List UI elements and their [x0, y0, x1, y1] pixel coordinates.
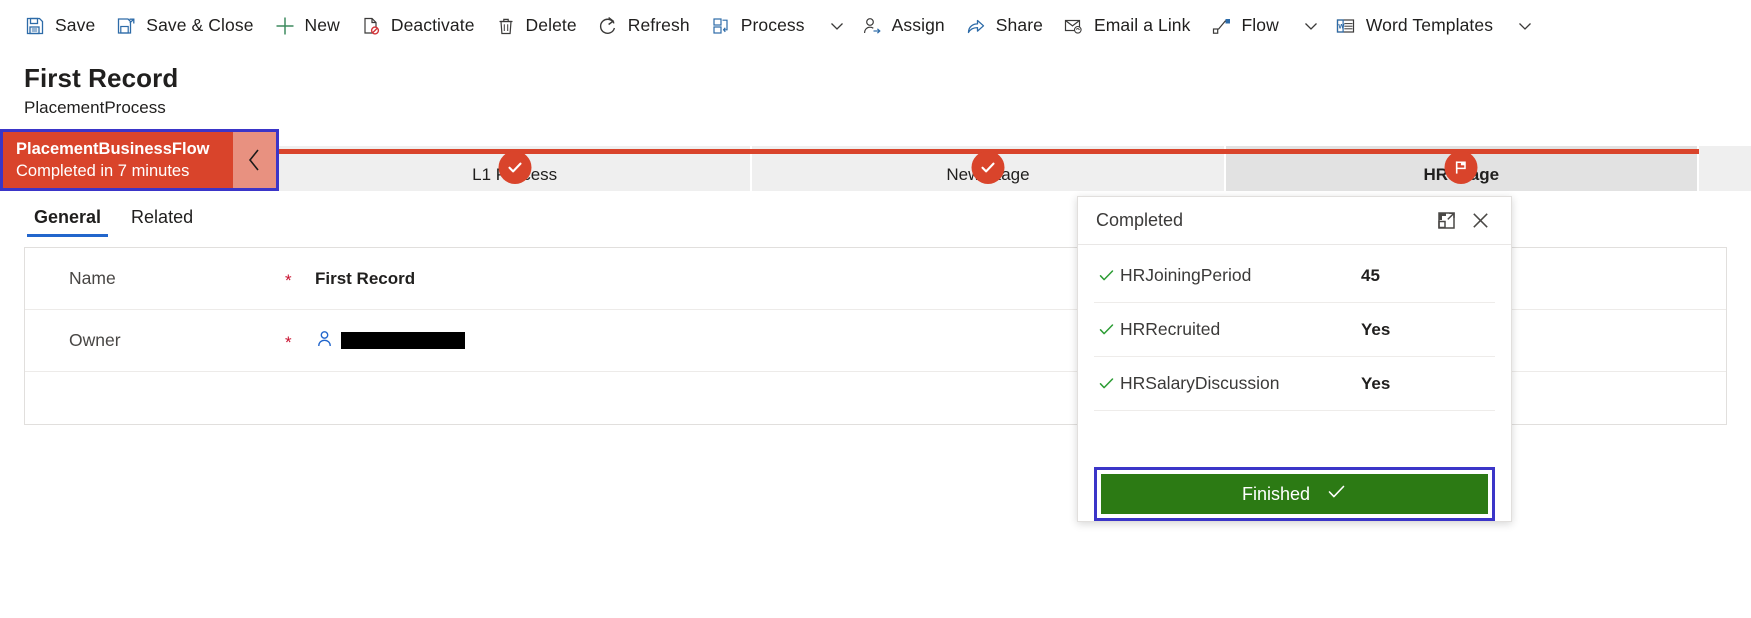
command-flow-label: Flow [1242, 15, 1279, 36]
chevron-down-icon-flow[interactable] [1297, 9, 1325, 43]
svg-text:W: W [1338, 23, 1345, 30]
stage-step-label: HRRecruited [1120, 319, 1361, 340]
bpf-flow-tag[interactable]: PlacementBusinessFlow Completed in 7 min… [0, 129, 279, 191]
stage-flyout-panel: Completed HRJoiningPeriod 45 HRRecruit [1077, 196, 1512, 522]
email-link-icon [1063, 15, 1085, 37]
word-template-icon: W [1335, 15, 1357, 37]
tab-general-label: General [34, 207, 101, 227]
bpf-stage-track: L1 Process New Stage HR Stage [279, 129, 1751, 191]
stage-step-value: Yes [1361, 320, 1491, 340]
bpf-flow-name: PlacementBusinessFlow [16, 139, 233, 160]
check-icon-stage-2 [971, 151, 1004, 184]
check-icon-step-2 [1098, 321, 1120, 338]
required-indicator-owner: * [285, 330, 315, 351]
command-word-templates-label: Word Templates [1366, 15, 1493, 36]
field-value-name-text: First Record [315, 269, 415, 289]
entity-name: PlacementProcess [24, 98, 1727, 118]
command-new-label: New [305, 15, 340, 36]
stage-flyout-header: Completed [1078, 197, 1511, 245]
stage-step-hrjoiningperiod[interactable]: HRJoiningPeriod 45 [1094, 249, 1495, 303]
bpf-stage-new-stage[interactable]: New Stage [752, 146, 1225, 191]
stage-step-hrrecruited[interactable]: HRRecruited Yes [1094, 303, 1495, 357]
command-share[interactable]: Share [955, 6, 1053, 46]
record-header: First Record PlacementProcess [0, 52, 1751, 118]
command-save-and-close-label: Save & Close [146, 15, 253, 36]
assign-user-icon [861, 15, 883, 37]
check-icon-finish [1326, 481, 1347, 507]
tab-related-label: Related [131, 207, 193, 227]
refresh-icon [597, 15, 619, 37]
bpf-stage-hr-stage[interactable]: HR Stage [1226, 146, 1699, 191]
field-label-name: Name [69, 268, 285, 289]
bpf-stage-tail [1699, 146, 1751, 191]
command-deactivate[interactable]: Deactivate [350, 6, 485, 46]
command-deactivate-label: Deactivate [391, 15, 475, 36]
user-icon [315, 329, 334, 353]
stage-step-value: Yes [1361, 374, 1491, 394]
stage-flyout-body: HRJoiningPeriod 45 HRRecruited Yes HRSal… [1078, 245, 1511, 458]
page-title: First Record [24, 64, 1727, 94]
save-icon [24, 15, 46, 37]
tab-related[interactable]: Related [121, 207, 203, 237]
command-flow[interactable]: Flow [1201, 6, 1289, 46]
command-save-and-close[interactable]: Save & Close [105, 6, 263, 46]
business-process-flow: PlacementBusinessFlow Completed in 7 min… [0, 129, 1751, 191]
chevron-left-icon[interactable] [233, 132, 276, 188]
bpf-stage-l1-process[interactable]: L1 Process [279, 146, 752, 191]
chevron-down-icon-process[interactable] [823, 9, 851, 43]
stage-step-hrsalarydiscussion[interactable]: HRSalaryDiscussion Yes [1094, 357, 1495, 411]
save-and-close-icon [115, 15, 137, 37]
trash-icon [495, 15, 517, 37]
command-assign[interactable]: Assign [851, 6, 955, 46]
check-icon-stage-1 [498, 151, 531, 184]
check-icon-step-3 [1098, 375, 1120, 392]
stage-step-label: HRSalaryDiscussion [1120, 373, 1361, 394]
finish-button-label: Finished [1242, 484, 1310, 505]
command-refresh[interactable]: Refresh [587, 6, 700, 46]
redacted-owner-value [341, 332, 465, 349]
command-process[interactable]: Process [700, 6, 815, 46]
finish-button-highlight: Finished [1094, 467, 1495, 521]
open-in-new-window-icon[interactable] [1429, 204, 1463, 238]
stage-step-label: HRJoiningPeriod [1120, 265, 1361, 286]
command-save-label: Save [55, 15, 95, 36]
bpf-flow-status: Completed in 7 minutes [16, 161, 233, 182]
chevron-down-icon-word-templates[interactable] [1511, 9, 1539, 43]
tab-general[interactable]: General [24, 207, 111, 237]
command-refresh-label: Refresh [628, 15, 690, 36]
field-value-name[interactable]: First Record [315, 269, 415, 289]
share-icon [965, 15, 987, 37]
flow-icon [1211, 15, 1233, 37]
process-icon [710, 15, 732, 37]
close-icon[interactable] [1463, 204, 1497, 238]
plus-icon [274, 15, 296, 37]
command-email-a-link[interactable]: Email a Link [1053, 6, 1201, 46]
stage-step-value: 45 [1361, 266, 1491, 286]
field-label-owner: Owner [69, 330, 285, 351]
flag-icon-stage-3 [1445, 151, 1478, 184]
command-share-label: Share [996, 15, 1043, 36]
deactivate-icon [360, 15, 382, 37]
command-word-templates[interactable]: W Word Templates [1325, 6, 1503, 46]
command-save[interactable]: Save [14, 6, 105, 46]
bpf-flow-tag-text: PlacementBusinessFlow Completed in 7 min… [3, 132, 233, 188]
command-new[interactable]: New [264, 6, 350, 46]
command-bar: Save Save & Close New Deactivate Delete [0, 0, 1751, 52]
stage-flyout-title: Completed [1096, 210, 1429, 231]
field-value-owner[interactable] [315, 329, 465, 353]
required-indicator-name: * [285, 268, 315, 289]
command-delete[interactable]: Delete [485, 6, 587, 46]
command-process-label: Process [741, 15, 805, 36]
app-root: Save Save & Close New Deactivate Delete [0, 0, 1751, 618]
finish-button[interactable]: Finished [1101, 474, 1488, 514]
command-delete-label: Delete [526, 15, 577, 36]
command-email-a-link-label: Email a Link [1094, 15, 1191, 36]
check-icon-step-1 [1098, 267, 1120, 284]
command-assign-label: Assign [892, 15, 945, 36]
